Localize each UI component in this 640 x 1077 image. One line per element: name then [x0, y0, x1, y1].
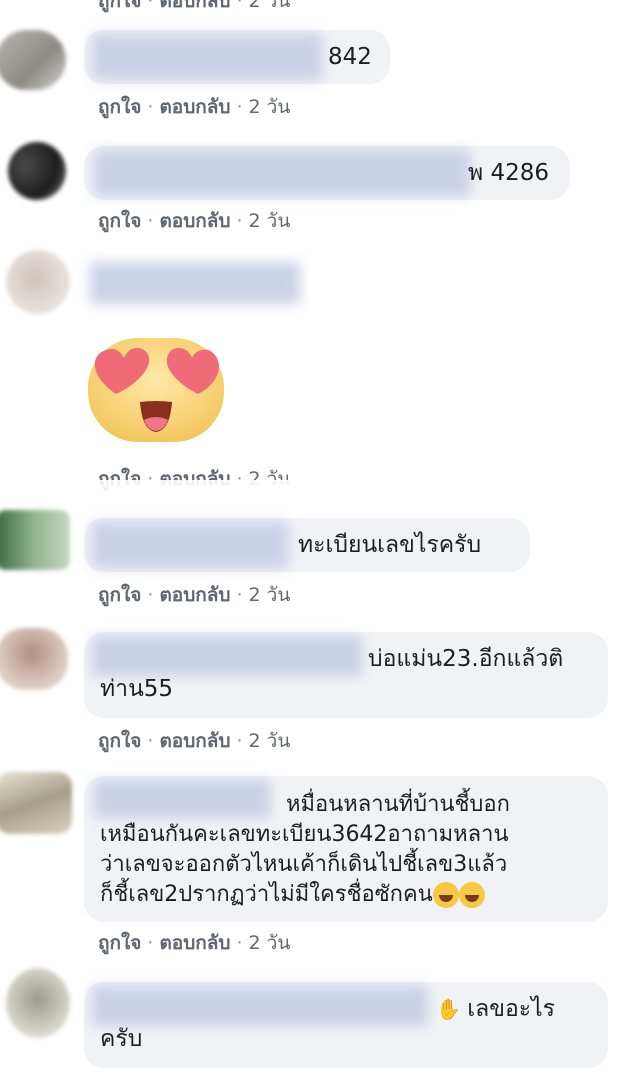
- comment-bubble: 842: [84, 30, 390, 84]
- meta-separator: ·: [147, 210, 154, 232]
- blurred-author-name[interactable]: [90, 262, 300, 304]
- timestamp[interactable]: 2 วัน: [249, 584, 291, 606]
- reply-link[interactable]: ตอบกลับ: [159, 932, 230, 954]
- comment-bubble: บ่อแม่น23.อีกแล้วติ ท่าน55: [84, 632, 608, 718]
- reply-link[interactable]: ตอบกลับ: [159, 584, 230, 606]
- meta-separator: ·: [236, 584, 243, 606]
- like-link[interactable]: ถูกใจ: [98, 0, 141, 12]
- comment-meta: ถูกใจ · ตอบกลับ · 2 วัน: [98, 726, 290, 756]
- avatar[interactable]: [6, 250, 70, 314]
- avatar[interactable]: [8, 142, 66, 200]
- blurred-author-name[interactable]: [92, 34, 322, 80]
- avatar[interactable]: [0, 30, 66, 90]
- meta-separator: ·: [147, 0, 154, 12]
- like-link[interactable]: ถูกใจ: [98, 210, 141, 232]
- avatar[interactable]: [0, 772, 72, 834]
- meta-separator: ·: [147, 932, 154, 954]
- meta-separator: ·: [236, 932, 243, 954]
- comment-text: 842: [328, 44, 372, 70]
- meta-separator: ·: [147, 730, 154, 752]
- reply-link[interactable]: ตอบกลับ: [159, 0, 230, 12]
- reply-link[interactable]: ตอบกลับ: [159, 210, 230, 232]
- timestamp[interactable]: 2 วัน: [249, 730, 291, 752]
- meta-separator: ·: [236, 96, 243, 118]
- comment-text: ทะเบียนเลขไรครับ: [298, 532, 482, 558]
- comment-meta: ถูกใจ · ตอบกลับ · 2 วัน: [98, 928, 290, 958]
- reply-link[interactable]: ตอบกลับ: [159, 730, 230, 752]
- comment-text: พ 4286: [468, 160, 550, 186]
- meta-separator: ·: [236, 0, 243, 12]
- timestamp[interactable]: 2 วัน: [249, 0, 291, 12]
- laughing-emoji-icon: [458, 882, 485, 908]
- timestamp[interactable]: 2 วัน: [249, 210, 291, 232]
- heart-eyes-emoji: [88, 338, 224, 442]
- avatar[interactable]: [0, 628, 68, 690]
- avatar[interactable]: [6, 968, 70, 1038]
- comment-text-body: เลขอะไร ครับ: [100, 996, 556, 1052]
- blurred-author-name[interactable]: [92, 522, 288, 568]
- reply-link[interactable]: ตอบกลับ: [159, 96, 230, 118]
- timestamp[interactable]: 2 วัน: [249, 96, 291, 118]
- comment-text: ✋ เลขอะไร ครับ: [100, 994, 600, 1054]
- like-link[interactable]: ถูกใจ: [98, 96, 141, 118]
- like-link[interactable]: ถูกใจ: [98, 584, 141, 606]
- meta-separator: ·: [236, 730, 243, 752]
- meta-separator: ·: [147, 584, 154, 606]
- comment-text: หมื่อนหลานที่บ้านชี้บอก เหมือนกันคะเลขทะ…: [100, 790, 606, 910]
- like-link[interactable]: ถูกใจ: [98, 932, 141, 954]
- comment-bubble: หมื่อนหลานที่บ้านชี้บอก เหมือนกันคะเลขทะ…: [84, 776, 608, 922]
- comment-bubble: ทะเบียนเลขไรครับ: [84, 518, 530, 572]
- comment-meta: ถูกใจ · ตอบกลับ · 2 วัน: [98, 92, 290, 122]
- comment-meta: ถูกใจ · ตอบกลับ · 2 วัน: [98, 580, 290, 610]
- comment-meta-partial: ถูกใจ · ตอบกลับ · 2 วัน: [98, 0, 290, 16]
- laughing-emoji-icon: [432, 882, 459, 908]
- blurred-author-name[interactable]: [94, 150, 470, 196]
- comment-meta: ถูกใจ · ตอบกลับ · 2 วัน: [98, 206, 290, 236]
- wave-hand-icon: ✋: [436, 997, 468, 1021]
- meta-separator: ·: [147, 96, 154, 118]
- comment-bubble: พ 4286: [84, 146, 570, 200]
- meta-separator: ·: [236, 210, 243, 232]
- overlay-patch: [80, 480, 292, 514]
- comment-text: บ่อแม่น23.อีกแล้วติ ท่าน55: [100, 646, 564, 702]
- like-link[interactable]: ถูกใจ: [98, 730, 141, 752]
- timestamp[interactable]: 2 วัน: [249, 932, 291, 954]
- heart-eyes-emoji-sticker[interactable]: [86, 334, 226, 444]
- avatar[interactable]: [0, 510, 70, 570]
- comment-bubble: ✋ เลขอะไร ครับ: [84, 982, 608, 1068]
